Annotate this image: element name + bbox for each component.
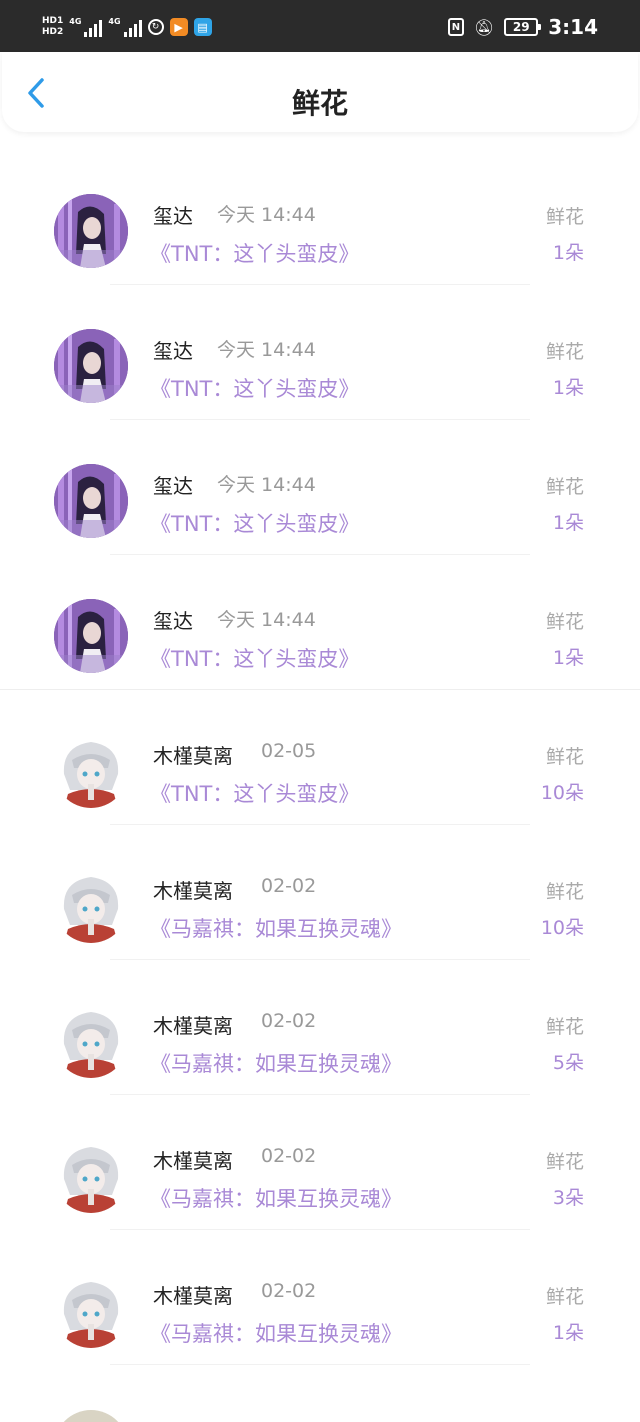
gift-count: 1朵 [552,1322,584,1344]
video-app-icon: ▶ [169,18,188,36]
list-item[interactable]: 玺达 今天 14:44 《TNT：这丫头蛮皮》 鲜花 1朵 [0,420,640,555]
gift-count: 3朵 [552,1187,584,1209]
avatar[interactable] [54,869,128,943]
timestamp: 今天 14:44 [217,204,316,226]
list-item[interactable]: 木槿莫离 02-02 《马嘉祺：如果互换灵魂》 鲜花 3朵 [0,1095,640,1230]
hd1-label: HD [42,16,58,26]
user-name[interactable]: 木槿莫离 [153,1145,233,1174]
network-speed-icon: ↻ [147,19,164,35]
gift-count: 1朵 [552,647,584,669]
avatar[interactable] [54,734,128,808]
user-name[interactable]: 木槿莫离 [153,740,233,769]
book-app-icon: ▤ [193,18,212,36]
work-title-link[interactable]: 《TNT：这丫头蛮皮》 [150,373,359,403]
avatar[interactable] [54,1274,128,1348]
avatar[interactable] [54,464,128,538]
clock: 3:14 [548,15,598,39]
list-item[interactable]: 玺达 今天 14:44 《TNT：这丫头蛮皮》 鲜花 1朵 [0,555,640,690]
gift-type-label: 鲜花 [545,1151,584,1173]
battery-icon: 29 [504,18,542,36]
gift-count: 10朵 [540,782,584,804]
hd2-sub: 2 [57,27,64,37]
work-title-link[interactable]: 《TNT：这丫头蛮皮》 [150,643,359,673]
hd2-label: HD [42,27,58,37]
timestamp: 02-02 [261,1010,317,1032]
list-item[interactable]: 木槿莫离 02-02 《马嘉祺：如果互换灵魂》 鲜花 5朵 [0,960,640,1095]
gift-type-label: 鲜花 [545,341,584,363]
list-item-partial[interactable] [0,1365,640,1422]
list-item[interactable]: 木槿莫离 02-02 《马嘉祺：如果互换灵魂》 鲜花 10朵 [0,825,640,960]
gift-count: 1朵 [552,512,584,534]
app-header: 鲜花 [2,52,638,132]
user-name-partial[interactable] [153,1414,159,1422]
work-title-link[interactable]: 《马嘉祺：如果互换灵魂》 [150,1183,402,1213]
signal-strength-icon-2: 4G [108,17,142,37]
work-title-link[interactable]: 《TNT：这丫头蛮皮》 [150,778,359,808]
bell-muted-icon: 🔕︎ [473,17,495,37]
list-item[interactable]: 木槿莫离 02-05 《TNT：这丫头蛮皮》 鲜花 10朵 [0,690,640,825]
gift-type-label: 鲜花 [545,881,584,903]
work-title-link[interactable]: 《马嘉祺：如果互换灵魂》 [150,1318,402,1348]
gift-count: 1朵 [552,377,584,399]
timestamp: 02-05 [261,740,317,762]
signal-label: 4G [69,17,82,26]
signal-strength-icon: 4G [69,17,103,37]
list-item[interactable]: 木槿莫离 02-02 《马嘉祺：如果互换灵魂》 鲜花 1朵 [0,1230,640,1365]
gift-type-label: 鲜花 [545,1286,584,1308]
work-title-link[interactable]: 《TNT：这丫头蛮皮》 [150,238,359,268]
work-title-link[interactable]: 《TNT：这丫头蛮皮》 [150,508,359,538]
user-name[interactable]: 玺达 [153,200,193,229]
work-title-link[interactable]: 《马嘉祺：如果互换灵魂》 [150,913,402,943]
user-name[interactable]: 玺达 [153,470,193,499]
avatar[interactable] [54,1139,128,1213]
gift-count: 1朵 [552,242,584,264]
gift-type-label: 鲜花 [545,206,584,228]
timestamp: 今天 14:44 [217,609,316,631]
gift-type-label: 鲜花 [545,1016,584,1038]
avatar[interactable] [54,329,128,403]
page-title: 鲜花 [291,87,348,120]
work-title-link[interactable]: 《马嘉祺：如果互换灵魂》 [150,1048,402,1078]
timestamp: 02-02 [261,875,317,897]
hd-indicator: HD1 HD2 [42,16,63,38]
flower-record-list: 玺达 今天 14:44 《TNT：这丫头蛮皮》 鲜花 1朵 玺达 今天 14:4… [0,150,640,1365]
avatar[interactable] [54,599,128,673]
avatar[interactable] [54,1410,128,1422]
avatar[interactable] [54,1004,128,1078]
user-name[interactable]: 木槿莫离 [153,1010,233,1039]
user-name[interactable]: 玺达 [153,605,193,634]
timestamp: 02-02 [261,1145,317,1167]
user-name[interactable]: 玺达 [153,335,193,364]
list-item[interactable]: 玺达 今天 14:44 《TNT：这丫头蛮皮》 鲜花 1朵 [0,285,640,420]
status-right: N 🔕︎ 29 3:14 [447,10,598,44]
avatar[interactable] [54,194,128,268]
signal-label-2: 4G [108,17,121,26]
gift-type-label: 鲜花 [545,476,584,498]
nfc-icon: N [447,18,464,36]
gift-type-label: 鲜花 [545,611,584,633]
user-name[interactable]: 木槿莫离 [153,875,233,904]
status-left: HD1 HD2 4G 4G ↻ ▶ ▤ [42,10,212,44]
gift-count: 10朵 [540,917,584,939]
list-item[interactable]: 玺达 今天 14:44 《TNT：这丫头蛮皮》 鲜花 1朵 [0,150,640,285]
timestamp: 今天 14:44 [217,339,316,361]
gift-type-label: 鲜花 [545,746,584,768]
hd1-sub: 1 [57,16,64,26]
timestamp: 今天 14:44 [217,474,316,496]
gift-count: 5朵 [552,1052,584,1074]
status-bar: HD1 HD2 4G 4G ↻ ▶ ▤ N 🔕︎ 29 3:14 [0,0,640,52]
user-name[interactable]: 木槿莫离 [153,1280,233,1309]
timestamp: 02-02 [261,1280,317,1302]
battery-level: 29 [512,20,530,34]
